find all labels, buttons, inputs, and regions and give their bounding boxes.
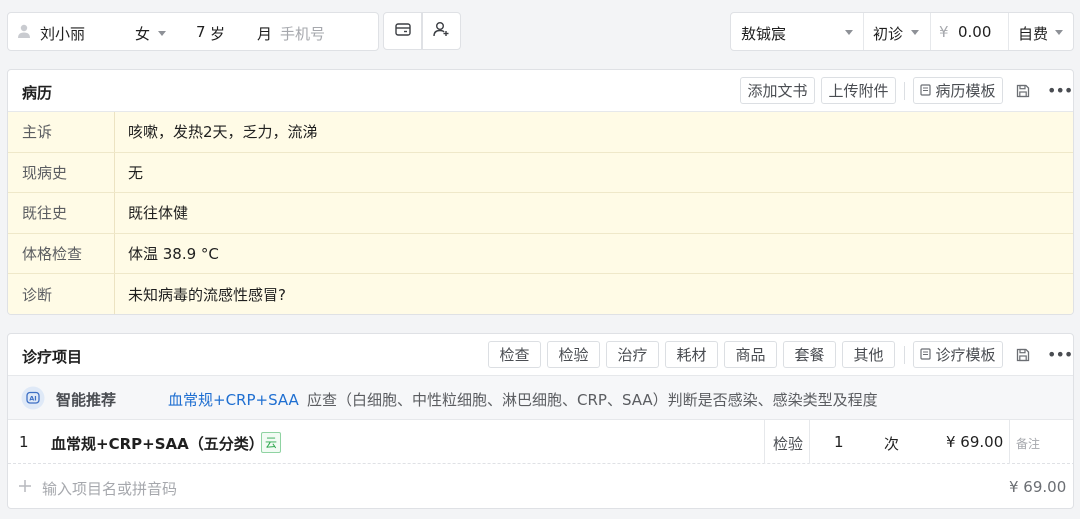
user-icon	[17, 24, 31, 43]
patient-info-bar: 刘小丽 女 7 岁 月 手机号	[7, 12, 379, 51]
table-row: 1 血常规+CRP+SAA（五分类） 云 检验 1 次 ¥ 69.00 备注	[8, 420, 1073, 464]
category-treatment-button[interactable]: 治疗	[606, 341, 659, 368]
item-note-input[interactable]: 备注	[1016, 435, 1040, 452]
gender-value: 女	[135, 25, 151, 43]
field-label: 既往史	[8, 193, 115, 233]
save-icon[interactable]	[1016, 348, 1030, 366]
past-history-value[interactable]: 既往体健	[128, 193, 188, 233]
currency-symbol: ¥	[939, 23, 949, 41]
medical-record-panel: 病历 添加文书 上传附件 病历模板 ••• 主诉 咳嗽，发热2天，乏力，流涕 现…	[7, 69, 1074, 315]
doctor-value: 敖铖宸	[741, 25, 787, 43]
category-goods-button[interactable]: 商品	[724, 341, 777, 368]
item-type: 检验	[773, 435, 804, 453]
plus-icon	[18, 479, 32, 497]
category-lab-button[interactable]: 检验	[547, 341, 600, 368]
save-icon[interactable]	[1016, 84, 1030, 102]
chevron-down-icon	[158, 31, 167, 36]
chief-complaint-value[interactable]: 咳嗽，发热2天，乏力，流涕	[128, 112, 318, 152]
svg-text:AI: AI	[29, 395, 36, 403]
item-search-input[interactable]: 输入项目名或拼音码	[42, 478, 177, 499]
record-template-button[interactable]: 病历模板	[913, 77, 1003, 104]
record-title: 病历	[22, 84, 53, 102]
smart-recommend-row: AI 智能推荐 血常规+CRP+SAA 应查（白细胞、中性粒细胞、淋巴细胞、CR…	[8, 376, 1073, 420]
record-field-row: 既往史 既往体健	[8, 193, 1073, 234]
doctor-select[interactable]: 敖铖宸	[731, 13, 863, 50]
patient-name-field[interactable]: 刘小丽	[40, 23, 85, 44]
cloud-tag: 云	[261, 432, 282, 453]
diagnosis-value[interactable]: 未知病毒的流感性感冒?	[128, 274, 286, 314]
items-template-label: 诊疗模板	[935, 346, 996, 364]
age-unit-label: 岁	[210, 25, 226, 43]
treatment-items-panel: 诊疗项目 检查 检验 治疗 耗材 商品 套餐 其他 诊疗模板 ••• AI 智能…	[7, 333, 1074, 509]
chevron-down-icon	[845, 30, 853, 35]
card-button[interactable]	[383, 12, 422, 50]
item-unit: 次	[884, 435, 900, 453]
item-price: ¥ 69.00	[946, 433, 1004, 451]
add-item-row: 输入项目名或拼音码 ¥ 69.00	[8, 465, 1073, 508]
add-patient-button[interactable]	[422, 12, 461, 50]
more-icon[interactable]: •••	[1047, 345, 1073, 364]
record-field-row: 诊断 未知病毒的流感性感冒?	[8, 274, 1073, 314]
recommend-link[interactable]: 血常规+CRP+SAA	[168, 389, 299, 410]
gender-select[interactable]: 女	[135, 23, 167, 44]
payment-select[interactable]: 自费	[1009, 13, 1073, 50]
card-icon	[394, 22, 411, 40]
document-icon	[920, 82, 932, 100]
record-header: 病历 添加文书 上传附件 病历模板 •••	[8, 70, 1073, 112]
more-icon[interactable]: •••	[1047, 81, 1073, 100]
field-label: 主诉	[8, 112, 115, 152]
record-field-row: 主诉 咳嗽，发热2天，乏力，流涕	[8, 112, 1073, 153]
payment-value: 自费	[1018, 25, 1049, 43]
items-template-button[interactable]: 诊疗模板	[913, 341, 1003, 368]
item-name[interactable]: 血常规+CRP+SAA（五分类）	[51, 433, 264, 454]
items-header: 诊疗项目 检查 检验 治疗 耗材 商品 套餐 其他 诊疗模板 •••	[8, 334, 1073, 376]
present-illness-value[interactable]: 无	[128, 153, 143, 193]
smart-recommend-label: 智能推荐	[56, 391, 117, 409]
row-index: 1	[19, 433, 29, 451]
visit-type-value: 初诊	[873, 25, 904, 43]
upload-attachment-button[interactable]: 上传附件	[821, 77, 896, 104]
recommend-description: 应查（白细胞、中性粒细胞、淋巴细胞、CRP、SAA）判断是否感染、感染类型及程度	[307, 391, 878, 409]
field-label: 诊断	[8, 274, 115, 314]
record-field-row: 体格检查 体温 38.9 °C	[8, 233, 1073, 275]
category-exam-button[interactable]: 检查	[488, 341, 541, 368]
document-icon	[920, 346, 932, 364]
visit-settings-bar: 敖铖宸 初诊 ¥ 0.00 自费	[730, 12, 1074, 51]
record-field-row: 现病史 无	[8, 152, 1073, 194]
chevron-down-icon	[911, 30, 919, 35]
item-quantity-field[interactable]: 1	[834, 433, 844, 451]
ai-icon: AI	[21, 386, 45, 414]
category-other-button[interactable]: 其他	[842, 341, 895, 368]
items-title: 诊疗项目	[22, 348, 83, 366]
add-user-icon	[433, 21, 450, 41]
items-total: ¥ 69.00	[1009, 478, 1067, 496]
record-template-label: 病历模板	[935, 82, 996, 100]
chevron-down-icon	[1055, 30, 1063, 35]
field-label: 现病史	[8, 152, 115, 193]
category-package-button[interactable]: 套餐	[783, 341, 836, 368]
physical-exam-value[interactable]: 体温 38.9 °C	[128, 234, 219, 274]
fee-input[interactable]: 0.00	[958, 23, 991, 41]
field-label: 体格检查	[8, 233, 115, 274]
month-unit-label: 月	[257, 25, 273, 43]
phone-input[interactable]: 手机号	[280, 23, 325, 44]
age-field[interactable]: 7	[196, 23, 206, 41]
add-document-button[interactable]: 添加文书	[740, 77, 815, 104]
visit-type-select[interactable]: 初诊	[864, 13, 930, 50]
category-supplies-button[interactable]: 耗材	[665, 341, 718, 368]
